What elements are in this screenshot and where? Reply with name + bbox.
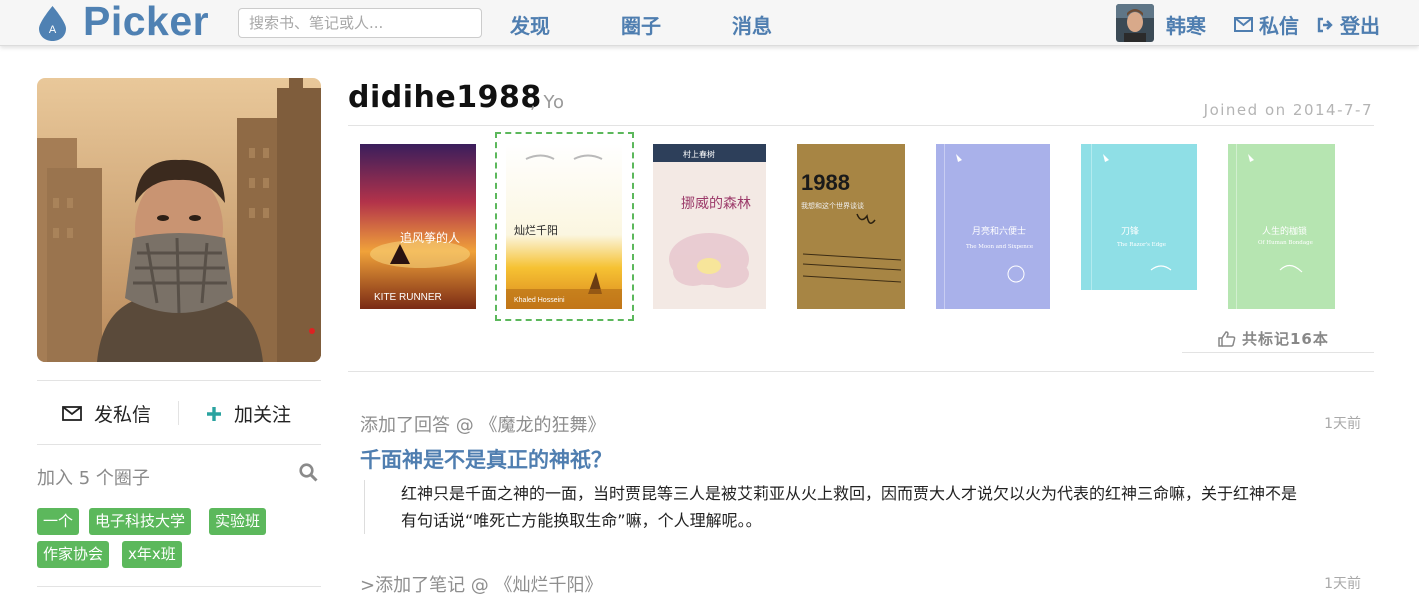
search-icon[interactable] [299,463,318,486]
envelope-icon [1234,17,1253,32]
book-cover[interactable]: 村上春树 挪威的森林 [653,144,766,309]
nav-circles[interactable]: 圈子 [621,10,661,39]
search-input[interactable] [238,8,482,38]
divider [37,380,321,381]
private-message-button[interactable]: 私信 [1234,10,1299,39]
follow-label: 加关注 [234,404,292,426]
nav-messages[interactable]: 消息 [732,10,772,39]
activity-time: 1天前 [1324,416,1361,432]
nav-discover[interactable]: 发现 [510,10,550,39]
logo-letter: A [49,24,57,36]
envelope-icon [62,406,82,421]
profile-username: didihe1988 [348,80,542,115]
marked-books-count[interactable]: 共标记16本 [1218,328,1329,349]
book-subtitle: KITE RUNNER [374,292,442,303]
logo-icon[interactable]: A [37,5,68,42]
book-subtitle: The Razor's Edge [1117,242,1166,248]
book-title: 月亮和六便士 [972,225,1026,237]
logo-text[interactable]: Picker [83,0,209,45]
answer-text-line: 红神只是千面之神的一面，当时贾昆等三人是被艾莉亚从火上救回，因而贾大人才说欠以火… [401,484,1298,503]
activity-label[interactable]: >添加了笔记 @ 《灿烂千阳》 [360,571,603,597]
logout-icon [1317,17,1333,32]
group-tag[interactable]: x年x班 [122,541,182,568]
send-message-button[interactable]: 发私信 [62,400,151,427]
book-subtitle: Of Human Bondage [1258,240,1313,246]
joined-date: Joined on 2014-7-7 [1203,101,1373,119]
book-subtitle: The Moon and Sixpence [966,244,1033,250]
marked-books-label: 共标记16本 [1242,330,1329,348]
book-title: 刀锋 [1121,225,1139,237]
activity-label[interactable]: 添加了回答 @ 《魔龙的狂舞》 [360,411,605,437]
user-avatar[interactable] [1116,4,1154,42]
book-title: 追风筝的人 [400,230,460,245]
activity-question-link[interactable]: 千面神是不是真正的神祇？ [360,444,612,474]
book-subtitle: 我想和这个世界谈谈 [801,201,864,210]
book-cover[interactable]: 刀锋 The Razor's Edge [1081,144,1197,290]
logout-button[interactable]: 登出 [1317,10,1380,39]
logout-label: 登出 [1340,14,1380,38]
activity-answer-quote: 红神只是千面之神的一面，当时贾昆等三人是被艾莉亚从火上救回，因而贾大人才说欠以火… [364,480,1364,534]
book-title: 1988 [801,170,850,195]
activity-time: 1天前 [1324,576,1361,592]
answer-text-line: 有句话说“唯死亡方能换取生命”嘛，个人理解呢。。 [401,511,762,530]
divider [348,371,1374,372]
user-name[interactable]: 韩寒 [1166,10,1206,39]
top-bar: A Picker 发现 圈子 消息 韩寒 私信 登出 [0,0,1419,46]
groups-title: 加入 5 个圈子 [37,468,150,489]
book-cover[interactable]: 人生的枷锁 Of Human Bondage [1228,144,1335,309]
divider [37,586,321,587]
send-message-label: 发私信 [94,404,152,426]
book-cover[interactable]: 月亮和六便士 The Moon and Sixpence [936,144,1050,309]
book-cover[interactable]: 1988 我想和这个世界谈谈 [797,144,905,309]
thumbs-up-icon [1218,330,1236,347]
book-cover[interactable]: 追风筝的人 KITE RUNNER [360,144,476,309]
divider [1182,352,1374,353]
follow-button[interactable]: 加关注 [206,400,291,427]
group-tag[interactable]: 电子科技大学 [89,508,192,535]
plus-icon [207,406,221,421]
profile-photo [37,78,321,362]
button-separator [178,401,179,425]
divider [348,125,1374,126]
group-tag[interactable]: 一个 [37,508,80,535]
profile-subtitle: , Yo [530,92,566,113]
private-message-label: 私信 [1259,14,1299,38]
book-title: 挪威的森林 [681,196,751,212]
book-subtitle: 村上春树 [683,149,715,159]
book-title: 人生的枷锁 [1262,225,1307,237]
group-tag[interactable]: 实验班 [209,508,267,535]
selected-book-outline [495,132,634,321]
group-tag[interactable]: 作家协会 [37,541,110,568]
divider [37,444,321,445]
